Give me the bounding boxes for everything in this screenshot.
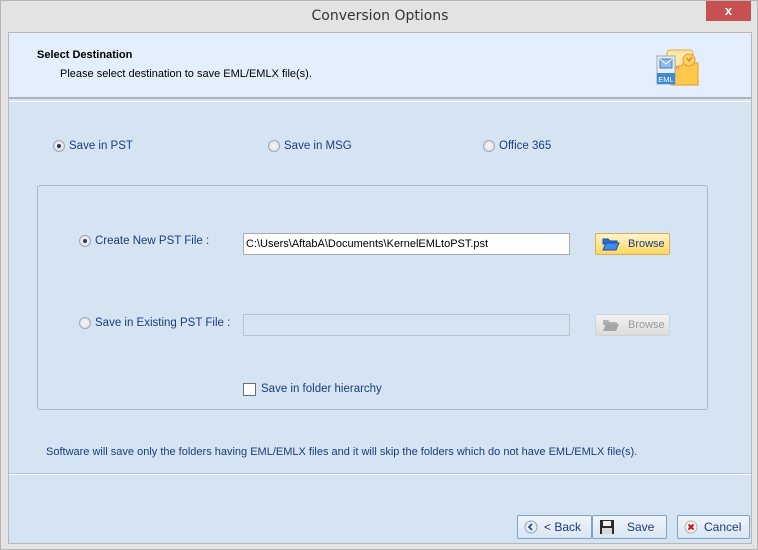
save-button[interactable]: Save [592,515,667,539]
radio-label: Save in Existing PST File : [95,317,231,329]
radio-office-365[interactable]: Office 365 [483,140,551,152]
browse-label: Browse [628,319,665,331]
radio-existing-pst[interactable]: Save in Existing PST File : [79,317,230,329]
browse-new-pst-button[interactable]: Browse [595,233,670,255]
radio-label: Save in MSG [284,140,352,152]
radio-save-in-pst[interactable]: Save in PST [53,140,133,152]
back-arrow-icon [524,520,538,534]
eml-badge: EML [658,75,673,84]
back-button[interactable]: < Back [517,515,592,539]
radio-button[interactable] [79,317,91,329]
radio-label: Create New PST File : [95,235,210,247]
folder-open-icon [602,238,620,250]
close-icon: x [724,3,733,18]
close-button[interactable]: x [706,1,751,21]
save-label: Save [627,520,655,534]
radio-button[interactable] [268,140,280,152]
header-title: Select Destination [37,49,133,61]
cancel-label: Cancel [704,520,742,534]
conversion-options-dialog: Conversion Options x Select Destination … [0,0,758,550]
footer-divider-highlight [9,474,751,475]
header-panel: Select Destination Please select destina… [9,33,751,99]
radio-label: Office 365 [499,140,552,152]
info-note: Software will save only the folders havi… [46,446,638,458]
header-divider [9,101,751,102]
folder-open-icon [603,319,619,331]
cancel-button[interactable]: Cancel [677,515,750,539]
eml-to-folder-icon: EML [649,46,703,92]
dialog-body: Select Destination Please select destina… [8,32,752,544]
cancel-x-icon [684,520,698,534]
existing-pst-path-input[interactable] [243,314,570,336]
new-pst-path-input[interactable] [243,233,570,255]
browse-label: Browse [628,238,665,250]
back-label: < Back [544,520,582,534]
radio-button[interactable] [483,140,495,152]
window-title: Conversion Options [311,8,449,24]
floppy-disk-icon [599,519,615,535]
folder-hierarchy-label: Save in folder hierarchy [261,383,382,395]
header-subtitle: Please select destination to save EML/EM… [60,68,312,80]
radio-button[interactable] [79,235,91,247]
folder-hierarchy-checkbox[interactable] [243,383,256,396]
radio-button[interactable] [53,140,65,152]
browse-existing-pst-button[interactable]: Browse [595,314,670,336]
radio-create-new-pst[interactable]: Create New PST File : [79,235,209,247]
radio-label: Save in PST [69,140,133,152]
radio-save-in-msg[interactable]: Save in MSG [268,140,352,152]
title-bar: Conversion Options x [1,1,758,32]
pst-options-group [37,185,708,410]
